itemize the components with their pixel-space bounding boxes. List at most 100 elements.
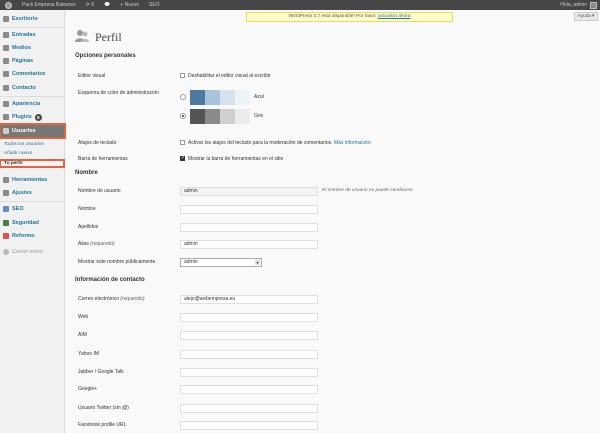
submenu-your-profile[interactable]: Tu perfil [0,159,65,168]
my-account-button[interactable]: Hola, admin [560,1,600,9]
section-title-personal: Opciones personales [75,53,136,59]
swatch-color-3 [220,109,235,124]
sidebar-item-label: Comentarios [12,71,46,77]
sidebar-item-plugins[interactable]: Plugins 8 [0,111,65,123]
sidebar-item-pages[interactable]: Páginas [0,55,65,67]
email-label-text: Correo electrónico [78,296,119,302]
color-scheme-gray-swatch[interactable] [190,109,250,124]
sidebar-item-posts[interactable]: Entradas [0,29,65,41]
label-username: Nombre de usuario [78,188,121,194]
visual-editor-checkbox[interactable] [180,73,185,78]
submenu-add-new[interactable]: Añadir nuevo [0,151,65,156]
sidebar-item-media[interactable]: Medios [0,42,65,54]
more-info-link[interactable]: Más información [334,140,371,146]
label-twitter: Usuario Twitter (sin @) [78,405,129,411]
keyboard-shortcuts-description: Activar los atajos del teclado para la m… [188,140,333,146]
label-color-scheme: Esquema de color de administración [78,90,159,96]
seo-menu-button[interactable]: SEO [144,0,165,10]
sidebar-item-label: Cerrar menú [12,249,43,255]
first-name-field[interactable] [180,205,318,214]
facebook-field[interactable] [180,421,318,430]
toolbar-checkbox[interactable] [180,155,185,161]
color-scheme-gray-label: Gris [254,113,264,119]
color-scheme-blue-radio[interactable] [180,94,186,100]
web-field[interactable] [180,313,318,322]
nickname-field[interactable]: admin [180,240,318,249]
menu-separator [0,27,65,28]
collapse-arrow-icon [3,249,9,255]
swatch-color-4 [235,90,250,105]
google-plus-field[interactable] [180,385,318,394]
sidebar-item-label: Reformo [12,233,35,239]
sidebar-item-label: SEO [12,206,24,212]
site-name-link[interactable]: Pack Empresa Baleares [17,0,81,10]
sidebar-item-label: Apariencia [12,101,41,107]
label-jabber: Jabber / Google Talk [78,369,124,375]
label-first-name: Nombre [78,206,96,212]
menu-separator [0,201,65,202]
sidebar-item-contact[interactable]: Contacto [0,82,65,94]
appearance-icon [3,101,9,107]
username-hint: El nombre de usuario no puede cambiarse. [322,188,414,193]
posts-icon [3,32,9,38]
sidebar-item-security[interactable]: Seguridad [0,217,65,229]
sidebar-item-users[interactable]: Usuarios [0,123,66,139]
display-name-select[interactable]: admin ▾ [180,258,262,267]
sidebar-item-settings[interactable]: Ajustes [0,187,65,199]
swatch-color-2 [205,90,220,105]
sidebar-item-appearance[interactable]: Apariencia [0,98,65,110]
collapse-menu-button[interactable]: Cerrar menú [0,246,65,258]
toolbar-option-text: Mostrar la barra de herramientas en el s… [188,156,284,162]
comments-button[interactable]: 💬 [99,0,115,10]
sidebar-item-seo[interactable]: SEO [0,203,65,215]
new-content-label: Nuevo [124,2,140,8]
label-toolbar: Barra de herramientas [78,156,128,162]
jabber-field[interactable] [180,368,318,377]
color-scheme-gray-radio[interactable] [180,113,186,119]
new-content-button[interactable]: + Nuevo [115,0,144,10]
reformo-icon [3,233,9,239]
sidebar-item-label: Entradas [12,32,36,38]
sidebar-item-comments[interactable]: Comentarios [0,68,65,80]
label-email: Correo electrónico (requerido) [78,296,145,302]
sidebar-item-dashboard[interactable]: Escritorio [0,13,65,25]
settings-icon [3,190,9,196]
email-field[interactable]: alejo@webempresa.eu [180,295,318,304]
comment-bubble-icon: 💬 [104,2,111,8]
sidebar-item-tools[interactable]: Herramientas [0,174,65,186]
admin-bar: Pack Empresa Baleares ⟳ 8 💬 + Nuevo SEO … [0,0,600,10]
users-profile-icon [75,30,89,42]
update-now-link[interactable]: actualiza ahora [378,14,411,19]
updates-button[interactable]: ⟳ 8 [81,0,99,10]
seo-icon [3,206,9,212]
wordpress-logo-icon [5,1,12,9]
help-tab-button[interactable]: Ayuda ▾ [574,12,598,21]
sidebar-item-label: Herramientas [12,177,48,183]
keyboard-shortcuts-checkbox[interactable] [180,140,185,145]
sidebar-item-label: Páginas [12,58,34,64]
twitter-field[interactable] [180,404,318,413]
media-icon [3,45,9,51]
help-label: Ayuda [577,14,592,19]
username-field[interactable]: admin [180,187,318,196]
admin-sidebar: Escritorio Entradas Medios Páginas Comen… [0,10,66,433]
label-aim: AIM [78,332,87,338]
dashboard-icon [3,16,9,22]
aim-field[interactable] [180,331,318,340]
section-title-contact: Información de contacto [75,277,145,283]
yahoo-field[interactable] [180,350,318,359]
submenu-all-users[interactable]: Todos los usuarios [0,142,65,147]
chevron-down-icon: ▾ [255,260,260,265]
sidebar-item-reformo[interactable]: Reformo [0,230,65,242]
chevron-down-icon: ▾ [592,14,595,19]
label-web: Web [78,314,89,320]
swatch-color-2 [205,109,220,124]
required-marker: (requerido) [90,241,115,247]
wordpress-logo-button[interactable] [0,0,17,10]
last-name-field[interactable] [180,223,318,232]
label-keyboard-shortcuts: Atajos de teclado [78,140,117,146]
keyboard-shortcuts-option-text: Activar los atajos del teclado para la m… [188,140,371,146]
update-notice-text: WordPress 3.7 está disponible! Por favor… [288,14,377,19]
section-title-name: Nombre [75,170,98,176]
color-scheme-blue-swatch[interactable] [190,90,250,105]
